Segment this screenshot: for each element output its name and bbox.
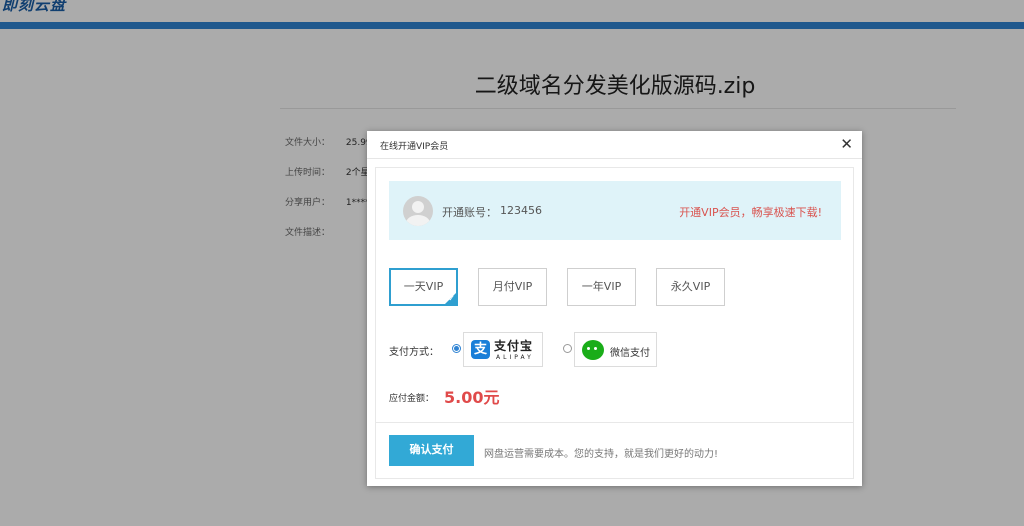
wechat-radio[interactable]	[563, 344, 572, 353]
modal-title: 在线开通VIP会员	[380, 142, 449, 152]
plan-monthly[interactable]: 月付VIP	[478, 268, 547, 306]
close-icon[interactable]: ✕	[840, 135, 853, 153]
plan-lifetime[interactable]: 永久VIP	[656, 268, 725, 306]
modal-body: 开通账号： 123456 开通VIP会员，畅享极速下载! 一天VIP ✓ 月付V…	[375, 167, 854, 479]
alipay-text: 支付宝	[494, 339, 534, 353]
account-label: 开通账号：	[442, 206, 497, 219]
amount-label: 应付金额：	[389, 394, 435, 404]
payment-method-label: 支付方式：	[389, 347, 439, 358]
plan-yearly[interactable]: 一年VIP	[567, 268, 636, 306]
plan-label: 一年VIP	[581, 280, 622, 293]
confirm-pay-button[interactable]: 确认支付	[389, 435, 474, 466]
alipay-icon: 支	[471, 340, 490, 359]
account-value: 123456	[500, 204, 542, 217]
plan-label: 永久VIP	[670, 280, 711, 293]
check-icon: ✓	[448, 294, 455, 303]
alipay-radio[interactable]	[452, 344, 461, 353]
wechat-option[interactable]: 微信支付	[574, 332, 657, 367]
account-box: 开通账号： 123456 开通VIP会员，畅享极速下载!	[389, 181, 841, 240]
avatar	[403, 196, 433, 226]
amount-value: 5.00元	[444, 388, 500, 407]
plan-label: 月付VIP	[492, 280, 533, 293]
vip-modal: 在线开通VIP会员 ✕ 开通账号： 123456 开通VIP会员，畅享极速下载!…	[367, 131, 862, 486]
footer-divider	[376, 422, 853, 423]
alipay-option[interactable]: 支 支付宝 ALIPAY	[463, 332, 543, 367]
promo-text: 开通VIP会员，畅享极速下载!	[679, 206, 822, 219]
wechat-text: 微信支付	[610, 348, 650, 359]
plan-one-day[interactable]: 一天VIP ✓	[389, 268, 458, 306]
plan-label: 一天VIP	[403, 280, 444, 293]
footer-note: 网盘运营需要成本。您的支持，就是我们更好的动力!	[484, 449, 719, 460]
wechat-icon	[582, 340, 604, 360]
modal-header: 在线开通VIP会员 ✕	[367, 131, 862, 159]
alipay-subtext: ALIPAY	[496, 354, 534, 361]
